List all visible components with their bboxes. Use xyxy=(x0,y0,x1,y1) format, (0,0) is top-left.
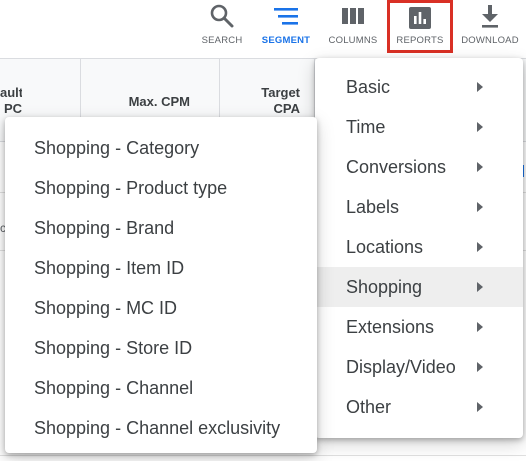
submenu-item-brand[interactable]: Shopping - Brand xyxy=(5,208,317,248)
shopping-submenu: Shopping - Category Shopping - Product t… xyxy=(5,117,317,453)
menu-item-label: Display/Video xyxy=(346,356,456,377)
menu-item-basic[interactable]: Basic xyxy=(315,67,523,107)
submenu-item-label: Shopping - Channel exclusivity xyxy=(34,417,281,438)
submenu-item-item-id[interactable]: Shopping - Item ID xyxy=(5,248,317,288)
column-header-default-cpc[interactable]: ault PC xyxy=(0,85,22,117)
search-label: SEARCH xyxy=(201,35,243,46)
menu-item-locations[interactable]: Locations xyxy=(315,227,523,267)
chevron-right-icon xyxy=(477,82,483,92)
download-label: DOWNLOAD xyxy=(461,35,519,46)
columns-icon xyxy=(333,0,373,32)
submenu-item-channel[interactable]: Shopping - Channel xyxy=(5,368,317,408)
chevron-right-icon xyxy=(477,162,483,172)
submenu-item-label: Shopping - MC ID xyxy=(34,297,178,318)
menu-item-display-video[interactable]: Display/Video xyxy=(315,347,523,387)
submenu-item-category[interactable]: Shopping - Category xyxy=(5,128,317,168)
menu-item-other[interactable]: Other xyxy=(315,387,523,427)
table-row-divider xyxy=(0,455,526,456)
submenu-item-label: Shopping - Channel xyxy=(34,377,194,398)
chevron-right-icon xyxy=(477,282,483,292)
segment-label: SEGMENT xyxy=(261,35,311,46)
submenu-item-label: Shopping - Product type xyxy=(34,177,228,198)
reports-label: REPORTS xyxy=(396,35,444,46)
menu-item-label: Extensions xyxy=(346,316,435,337)
menu-item-label: Basic xyxy=(346,76,391,97)
submenu-item-label: Shopping - Store ID xyxy=(34,337,193,358)
chevron-right-icon xyxy=(477,242,483,252)
segment-icon xyxy=(266,0,306,32)
menu-item-label: Shopping xyxy=(346,276,423,297)
reports-menu: Basic Time Conversions Labels Locations … xyxy=(315,58,523,438)
segment-button[interactable]: SEGMENT xyxy=(256,0,316,54)
menu-item-label: Conversions xyxy=(346,156,447,177)
columns-label: COLUMNS xyxy=(328,35,378,46)
menu-item-label: Locations xyxy=(346,236,424,257)
columns-button[interactable]: COLUMNS xyxy=(326,0,380,54)
menu-item-labels[interactable]: Labels xyxy=(315,187,523,227)
submenu-item-mc-id[interactable]: Shopping - MC ID xyxy=(5,288,317,328)
search-button[interactable]: SEARCH xyxy=(198,0,246,54)
chevron-right-icon xyxy=(477,402,483,412)
menu-item-label: Other xyxy=(346,396,392,417)
menu-item-label: Time xyxy=(346,116,386,137)
column-header-target-cpa[interactable]: Target CPA xyxy=(224,85,300,117)
chevron-right-icon xyxy=(477,322,483,332)
download-button[interactable]: DOWNLOAD xyxy=(458,0,522,54)
submenu-item-label: Shopping - Category xyxy=(34,137,200,158)
menu-item-shopping[interactable]: Shopping xyxy=(315,267,523,307)
chevron-right-icon xyxy=(477,362,483,372)
submenu-item-store-id[interactable]: Shopping - Store ID xyxy=(5,328,317,368)
column-header-max-cpm[interactable]: Max. CPM xyxy=(96,94,190,110)
toolbar: SEARCH SEGMENT COLUMNS REPORTS DOWNLOAD xyxy=(0,0,526,58)
menu-item-extensions[interactable]: Extensions xyxy=(315,307,523,347)
reports-button[interactable]: REPORTS xyxy=(387,0,453,53)
submenu-item-label: Shopping - Brand xyxy=(34,217,175,238)
chevron-right-icon xyxy=(477,202,483,212)
submenu-item-channel-exclusivity[interactable]: Shopping - Channel exclusivity xyxy=(5,408,317,448)
menu-item-label: Labels xyxy=(346,196,400,217)
submenu-item-product-type[interactable]: Shopping - Product type xyxy=(5,168,317,208)
menu-item-time[interactable]: Time xyxy=(315,107,523,147)
search-icon xyxy=(202,0,242,32)
download-icon xyxy=(470,0,510,32)
chevron-right-icon xyxy=(477,122,483,132)
submenu-item-label: Shopping - Item ID xyxy=(34,257,185,278)
menu-item-conversions[interactable]: Conversions xyxy=(315,147,523,187)
bar-chart-icon xyxy=(400,3,440,32)
